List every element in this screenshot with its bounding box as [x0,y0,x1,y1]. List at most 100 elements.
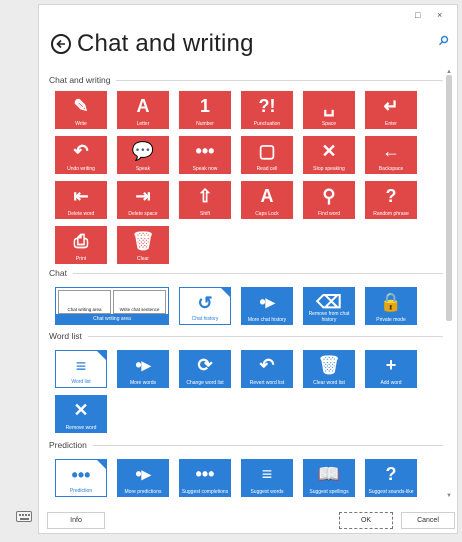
section-header-word-list: Word list [49,331,443,341]
tile-label: More words [129,380,157,386]
tile-suggest-spellings[interactable]: 📖 Suggest spellings [303,459,355,497]
tile-letter[interactable]: A Letter [117,91,169,129]
corner-badge-icon [221,288,230,297]
tile-remove-from-chat-history[interactable]: ⌫ Remove from chat history [303,287,355,325]
scrollbar-thumb[interactable] [446,75,452,321]
restore-button[interactable]: □ [415,10,420,20]
tile-label: Read cell [256,166,278,172]
tile-label: Space [321,121,337,127]
chat-writing-area-tile[interactable]: Chat writing area Write chat sentence Ch… [55,287,169,325]
tile-label: Write [75,121,87,127]
tile-write[interactable]: ✎ Write [55,91,107,129]
back-arrow-icon[interactable] [51,34,71,54]
tile-suggest-completions[interactable]: ••• Suggest completions [179,459,231,497]
tile-suggest-sounds-like[interactable]: ? Suggest sounds-like [365,459,417,497]
caps-lock-icon: A [260,186,274,206]
tile-label: Suggest sounds-like [368,489,414,495]
tile-backspace[interactable]: ← Backspace [365,136,417,174]
ok-button[interactable]: OK [339,512,393,529]
number-icon: 1 [199,96,210,116]
tile-print[interactable]: ⎙ Print [55,226,107,264]
tile-space[interactable]: ␣ Space [303,91,355,129]
tile-private-mode[interactable]: 🔒 Private mode [365,287,417,325]
scroll-down-icon[interactable]: ▼ [445,493,453,499]
tile-word-list[interactable]: ≡ Word list [55,350,107,388]
tile-shift[interactable]: ⇧ Shift [179,181,231,219]
tile-undo-writing[interactable]: ↶ Undo writing [55,136,107,174]
write-chat-sentence-cell: Write chat sentence [113,290,166,314]
suggest-spellings-icon: 📖 [317,464,341,484]
tile-clear-word-list[interactable]: 🗑 Clear word list [303,350,355,388]
more-words-icon: •▸ [135,355,151,375]
tile-label: Enter [385,121,397,127]
tile-clear[interactable]: 🗑 Clear [117,226,169,264]
tile-add-word[interactable]: + Add word [365,350,417,388]
search-icon[interactable] [438,33,449,51]
cancel-button[interactable]: Cancel [401,512,455,529]
tile-label: Revert word list [249,380,285,386]
tile-punctuation[interactable]: ?! Punctuation [241,91,293,129]
tile-label: Clear word list [313,380,345,386]
keyboard-icon[interactable] [16,511,32,522]
remove-word-icon: ✕ [73,400,89,420]
speak-now-icon: ••• [195,141,215,161]
tile-label: Punctuation [253,121,281,127]
print-icon: ⎙ [73,231,89,251]
clear-icon: 🗑 [131,231,155,251]
private-mode-icon: 🔒 [379,292,403,312]
scroll-content: Chat and writing ✎ Write A Letter 1 Number?! P… [39,69,443,499]
tile-caps-lock[interactable]: A Caps Lock [241,181,293,219]
corner-badge-icon [97,351,106,360]
tile-change-word-list[interactable]: ⟳ Change word list [179,350,231,388]
tile-delete-word[interactable]: ⇤ Delete word [55,181,107,219]
letter-icon: A [136,96,150,116]
settings-window: □ × Chat and writing Chat and writing ✎ W… [38,4,458,534]
tile-label: Delete word [67,211,95,217]
speak-icon: 💬 [131,141,155,161]
revert-word-list-icon: ↶ [259,355,275,375]
tile-label: Suggest words [250,489,284,495]
info-button[interactable]: Info [47,512,105,529]
tile-find-word[interactable]: ⚲ Find word [303,181,355,219]
tile-label: Speak now [192,166,218,172]
suggest-words-icon: ≡ [261,464,273,484]
tile-delete-space[interactable]: ⇥ Delete space [117,181,169,219]
find-word-icon: ⚲ [322,186,336,206]
tile-label: Chat history [191,316,219,322]
tile-more-predictions[interactable]: •▸ More predictions [117,459,169,497]
punctuation-icon: ?! [258,96,276,116]
vertical-scrollbar[interactable]: ▲ ▼ [445,69,453,499]
space-icon: ␣ [323,96,335,116]
tile-more-chat-history[interactable]: •▸ More chat history [241,287,293,325]
write-icon: ✎ [73,96,89,116]
tile-label: Backspace [378,166,404,172]
tile-more-words[interactable]: •▸ More words [117,350,169,388]
more-predictions-icon: •▸ [135,464,151,484]
tile-prediction[interactable]: ••• Prediction [55,459,107,497]
tile-revert-word-list[interactable]: ↶ Revert word list [241,350,293,388]
tile-label: Caps Lock [255,211,279,217]
delete-space-icon: ⇥ [135,186,151,206]
tile-speak-now[interactable]: ••• Speak now [179,136,231,174]
tile-remove-word[interactable]: ✕ Remove word [55,395,107,433]
tile-label: Prediction [69,488,93,494]
tile-read-cell[interactable]: ▢ Read cell [241,136,293,174]
tile-label: Stop speaking [313,166,345,172]
tile-random-phrase[interactable]: ? Random phrase [365,181,417,219]
section-header-prediction: Prediction [49,440,443,450]
tile-label: Add word [380,380,402,386]
tile-suggest-words[interactable]: ≡ Suggest words [241,459,293,497]
suggest-sounds-like-icon: ? [385,464,397,484]
tile-label: Letter [136,121,150,127]
add-word-icon: + [385,355,397,375]
tile-label: Private mode [376,317,406,323]
tile-speak[interactable]: 💬 Speak [117,136,169,174]
left-strip [0,0,34,542]
tile-stop-speaking[interactable]: ✕ Stop speaking [303,136,355,174]
tile-enter[interactable]: ↵ Enter [365,91,417,129]
tile-number[interactable]: 1 Number [179,91,231,129]
tile-label: More predictions [124,489,162,495]
tile-chat-history[interactable]: ↺ Chat history [179,287,231,325]
close-button[interactable]: × [437,10,442,20]
change-word-list-icon: ⟳ [197,355,213,375]
